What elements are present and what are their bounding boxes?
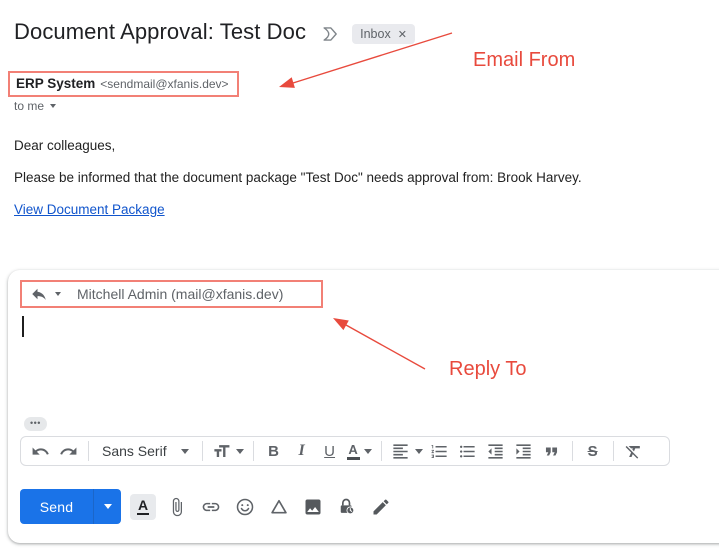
toolbar-divider (380, 441, 382, 461)
font-family-selector[interactable]: Sans Serif (102, 439, 189, 463)
chevron-down-icon (414, 448, 423, 454)
sender-name: ERP System (16, 76, 96, 91)
bold-button[interactable]: B (263, 439, 285, 463)
font-family-value: Sans Serif (102, 443, 167, 459)
text-color-button[interactable]: A (346, 439, 372, 463)
insert-photo-icon[interactable] (300, 494, 326, 520)
formatting-toolbar: Sans Serif B I U A S (20, 436, 670, 466)
undo-icon[interactable] (29, 439, 51, 463)
redo-icon[interactable] (57, 439, 79, 463)
subject-row: Document Approval: Test Doc Inbox ✕ (14, 19, 415, 45)
compose-message-area[interactable] (20, 310, 710, 410)
chevron-down-icon (235, 448, 244, 454)
chevron-down-icon (50, 104, 57, 108)
reply-arrow-icon (32, 288, 46, 300)
send-button[interactable]: Send (20, 489, 121, 524)
indent-increase-icon[interactable] (513, 439, 535, 463)
toolbar-divider (571, 441, 573, 461)
reply-type-chevron-icon[interactable] (55, 292, 61, 296)
chevron-down-icon (180, 448, 189, 454)
toolbar-divider (88, 441, 89, 461)
quote-icon[interactable] (541, 439, 563, 463)
label-chip-text: Inbox (360, 27, 391, 41)
bulleted-list-icon[interactable] (457, 439, 479, 463)
remove-label-icon[interactable]: ✕ (398, 28, 407, 41)
underline-button[interactable]: U (319, 439, 341, 463)
importance-marker-icon[interactable] (320, 24, 340, 44)
formatting-a-icon: A (137, 498, 149, 516)
send-options-dropdown[interactable] (93, 489, 121, 524)
send-button-label[interactable]: Send (20, 489, 93, 524)
annotation-reply-to: Reply To (449, 358, 527, 380)
align-button[interactable] (391, 439, 423, 463)
body-message: Please be informed that the document pac… (14, 170, 582, 185)
insert-link-icon[interactable] (198, 494, 224, 520)
clear-formatting-icon[interactable] (623, 439, 645, 463)
annotation-email-from: Email From (473, 49, 576, 71)
recipient-expander[interactable]: to me (14, 99, 57, 113)
font-size-button[interactable] (212, 439, 244, 463)
body-greeting: Dear colleagues, (14, 138, 116, 153)
insert-signature-pen-icon[interactable] (368, 494, 394, 520)
attach-file-icon[interactable] (164, 494, 190, 520)
insert-from-drive-icon[interactable] (266, 494, 292, 520)
formatting-options-toggle[interactable]: A (130, 493, 156, 520)
inbox-label-chip[interactable]: Inbox ✕ (352, 24, 415, 44)
compose-actions-row: A (130, 489, 394, 524)
chevron-down-icon (363, 448, 372, 454)
confidential-mode-icon[interactable] (334, 494, 360, 520)
recipient-text: to me (14, 99, 45, 113)
strikethrough-button[interactable]: S (582, 439, 604, 463)
toolbar-divider (612, 441, 614, 461)
italic-button[interactable]: I (291, 439, 313, 463)
sender-row-highlight-box[interactable]: ERP System <sendmail@xfanis.dev> (8, 71, 239, 97)
email-subject: Document Approval: Test Doc (14, 19, 307, 44)
toolbar-divider (252, 441, 254, 461)
insert-emoji-icon[interactable] (232, 494, 258, 520)
indent-decrease-icon[interactable] (485, 439, 507, 463)
reply-compose-card[interactable]: Mitchell Admin (mail@xfanis.dev) ••• San… (8, 270, 719, 543)
reply-to-highlight-box[interactable]: Mitchell Admin (mail@xfanis.dev) (20, 280, 323, 308)
view-document-package-link[interactable]: View Document Package (14, 202, 165, 217)
text-color-icon: A (346, 443, 360, 460)
reply-recipient-address: Mitchell Admin (mail@xfanis.dev) (77, 286, 284, 302)
numbered-list-icon[interactable] (429, 439, 451, 463)
show-trimmed-content-button[interactable]: ••• (24, 417, 47, 431)
sender-email: <sendmail@xfanis.dev> (100, 77, 229, 91)
chevron-down-icon (103, 504, 112, 509)
toolbar-divider (201, 441, 203, 461)
